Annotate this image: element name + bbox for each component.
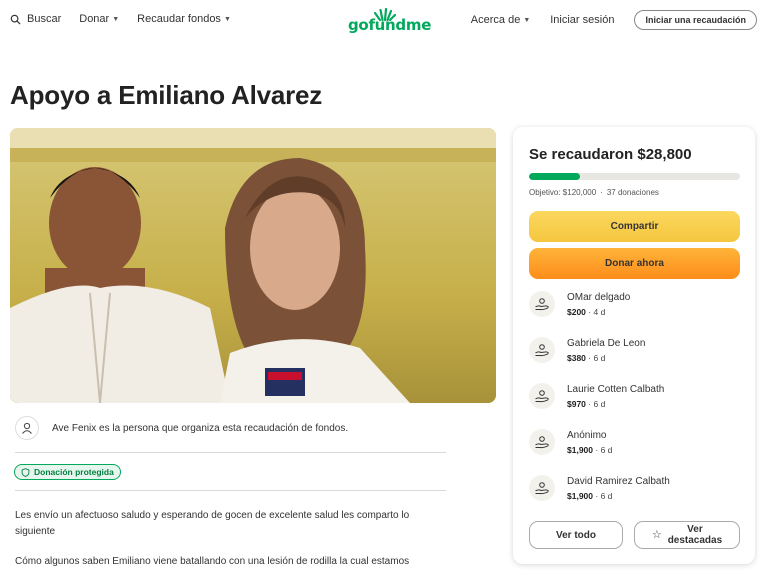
donation-amount: $1,900 [567,491,593,501]
chevron-down-icon: ▼ [223,15,231,23]
donate-now-button[interactable]: Donar ahora [529,248,740,279]
organizer-text: Ave Fenix es la persona que organiza est… [52,422,349,434]
donation-card: Se recaudaron $28,800 Objetivo: $120,000… [513,127,755,564]
share-button[interactable]: Compartir [529,211,740,242]
donor-name: Anónimo [567,430,607,441]
donate-menu-label: Donar [79,13,110,25]
donation-hand-icon [529,429,555,455]
organizer-row: Ave Fenix es la persona que organiza est… [15,416,446,440]
search-link[interactable]: Buscar [10,13,61,25]
recent-donations-list: OMar delgado $200 · 4 d Gabriela De Leon… [529,289,740,519]
donation-item: Laurie Cotten Calbath $970 · 6 d [529,381,740,427]
view-all-button[interactable]: Ver todo [529,521,623,549]
donation-item: Gabriela De Leon $380 · 6 d [529,335,740,381]
donation-time: 4 d [593,307,606,317]
donate-menu[interactable]: Donar ▼ [79,13,119,25]
login-label: Iniciar sesión [550,14,615,26]
donor-name: Laurie Cotten Calbath [567,384,665,395]
donation-item: OMar delgado $200 · 4 d [529,289,740,335]
donation-amount: $380 [567,353,586,363]
story-paragraph: Les envío un afectuoso saludo y esperand… [15,510,410,537]
chevron-down-icon: ▼ [112,15,120,23]
goal-text: Objetivo: $120,000 [529,188,597,197]
person-icon [15,416,39,440]
shield-icon [21,467,30,477]
donations-count: 37 donaciones [606,188,659,197]
fundraise-menu-label: Recaudar fondos [137,13,221,25]
chevron-down-icon: ▼ [523,16,531,24]
progress-bar [529,173,740,180]
view-featured-label-line1: Ver [687,524,703,535]
donation-amount: $970 [567,399,586,409]
nav-left-group: Buscar Donar ▼ Recaudar fondos ▼ [10,13,249,25]
gofundme-logo[interactable]: gofundme [348,8,431,34]
donation-hand-icon [529,291,555,317]
progress-bar-fill [529,173,580,180]
campaign-photo[interactable] [10,128,496,403]
divider [15,490,446,491]
donor-name: Gabriela De Leon [567,338,646,349]
view-featured-label: Ver destacadas [668,524,722,546]
about-menu-label: Acerca de [470,14,521,26]
goal-line: Objetivo: $120,000 · 37 donaciones [529,188,659,197]
about-menu[interactable]: Acerca de ▼ [471,14,530,26]
donor-name: David Ramirez Calbath [567,476,670,487]
search-icon [10,14,21,25]
donation-amount: $1,900 [567,445,593,455]
campaign-photo-illustration [10,128,496,403]
donation-item: Anónimo $1,900 · 6 d [529,427,740,473]
donation-time: 6 d [593,399,606,409]
protected-donation-badge[interactable]: Donación protegida [14,464,121,480]
login-link[interactable]: Iniciar sesión [550,14,614,26]
donation-hand-icon [529,337,555,363]
donation-amount: $200 [567,307,586,317]
divider [15,452,446,453]
story-paragraph: Cómo algunos saben Emiliano viene batall… [15,556,410,567]
donation-hand-icon [529,475,555,501]
page-title: Apoyo a Emiliano Alvarez [10,80,323,110]
nav-right-group: Acerca de ▼ Iniciar sesión Iniciar una r… [471,10,757,30]
donation-time: 6 d [593,353,606,363]
search-label: Buscar [27,13,62,25]
fundraise-menu[interactable]: Recaudar fondos ▼ [137,13,231,25]
donation-hand-icon [529,383,555,409]
view-featured-button[interactable]: ☆ Ver destacadas [634,521,740,549]
amount-raised: Se recaudaron $28,800 [529,146,692,163]
separator-dot: · [600,188,603,197]
star-icon: ☆ [651,528,662,541]
logo-text: gofundme [348,16,432,34]
start-fundraiser-button[interactable]: Iniciar una recaudación [634,10,757,30]
campaign-story: Les envío un afectuoso saludo y esperand… [15,508,445,573]
top-navigation: Buscar Donar ▼ Recaudar fondos ▼ gofundm… [0,0,767,42]
donation-time: 6 d [600,445,613,455]
donation-time: 6 d [600,491,613,501]
donor-name: OMar delgado [567,292,631,303]
donation-item: David Ramirez Calbath $1,900 · 6 d [529,473,740,519]
view-featured-label-line2: destacadas [667,535,723,546]
protected-donation-label: Donación protegida [34,467,114,477]
